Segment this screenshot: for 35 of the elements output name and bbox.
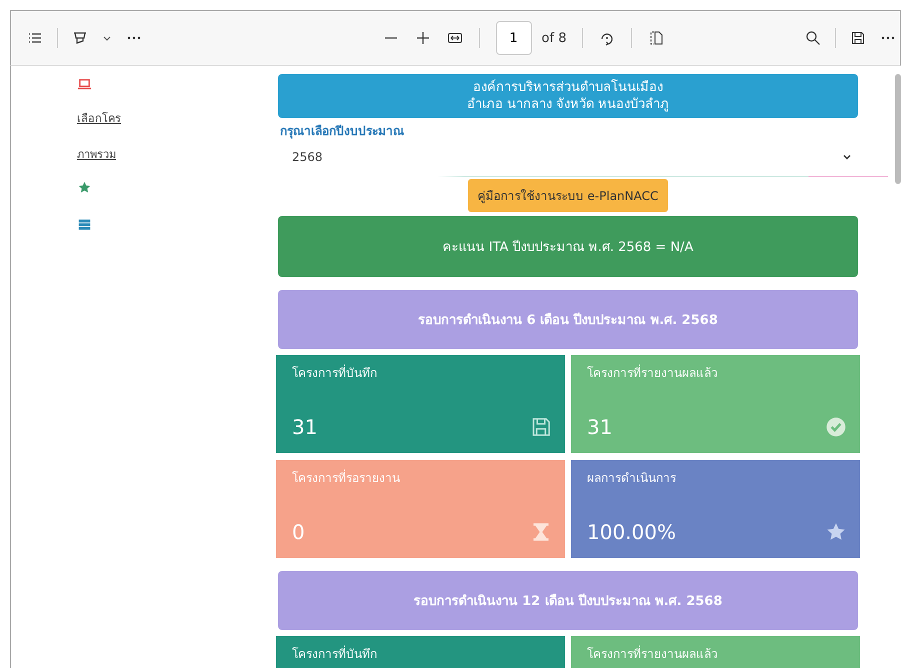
page-number-field[interactable]: 1 bbox=[496, 21, 532, 55]
ita-score-bar: คะแนน ITA ปีงบประมาณ พ.ศ. 2568 = N/A bbox=[278, 216, 858, 277]
sidebar-link[interactable]: เลือกโคร bbox=[77, 109, 121, 127]
star-icon[interactable] bbox=[77, 181, 92, 194]
chevron-down-icon bbox=[842, 152, 852, 162]
page-count: of 8 bbox=[542, 30, 566, 46]
hourglass-icon bbox=[531, 522, 551, 542]
stat-label: โครงการที่รายงานผลแล้ว bbox=[587, 364, 719, 382]
save-icon bbox=[531, 417, 551, 437]
check-circle-icon bbox=[826, 417, 846, 437]
stat-label: โครงการที่รอรายงาน bbox=[292, 468, 401, 487]
stat-value: 100.00% bbox=[587, 520, 676, 544]
highlighter-icon[interactable] bbox=[72, 30, 88, 46]
stat-label: โครงการที่รายงานผลแล้ว bbox=[587, 644, 719, 663]
title-banner: องค์การบริหารส่วนตำบลโนนเมือง อำเภอ นากลาง จังหวัด หนองบัวลำภู bbox=[278, 74, 858, 118]
sidebar-link[interactable]: ภาพรวม bbox=[77, 145, 116, 163]
star-icon bbox=[826, 522, 846, 542]
stat-label: ผลการดำเนินการ bbox=[587, 470, 677, 487]
section-header: รอบการดำเนินงาน 12 เดือน ปีงบประมาณ พ.ศ. 2568 bbox=[278, 571, 858, 630]
server-icon[interactable] bbox=[77, 218, 92, 231]
manual-button[interactable]: คู่มือการใช้งานระบบ e-PlanNACC bbox=[468, 179, 668, 212]
stat-value: 31 bbox=[292, 415, 318, 439]
laptop-icon[interactable] bbox=[77, 78, 92, 91]
budget-year-label: กรุณาเลือกปีงบประมาณ bbox=[280, 123, 405, 140]
budget-year-select[interactable]: 2568 bbox=[278, 140, 858, 174]
search-icon[interactable] bbox=[805, 30, 821, 46]
section-header: รอบการดำเนินงาน 6 เดือน ปีงบประมาณ พ.ศ. 2568 bbox=[278, 290, 858, 349]
page-view-icon[interactable] bbox=[648, 30, 664, 46]
fit-width-icon[interactable] bbox=[446, 30, 463, 46]
stat-value: 31 bbox=[587, 415, 612, 439]
save-icon[interactable] bbox=[850, 30, 866, 46]
stat-label: โครงการที่บันทึก bbox=[292, 364, 378, 382]
stat-label: โครงการที่บันทึก bbox=[292, 644, 378, 663]
zoom-in-icon[interactable] bbox=[414, 30, 431, 46]
stat-value: 0 bbox=[292, 520, 305, 544]
